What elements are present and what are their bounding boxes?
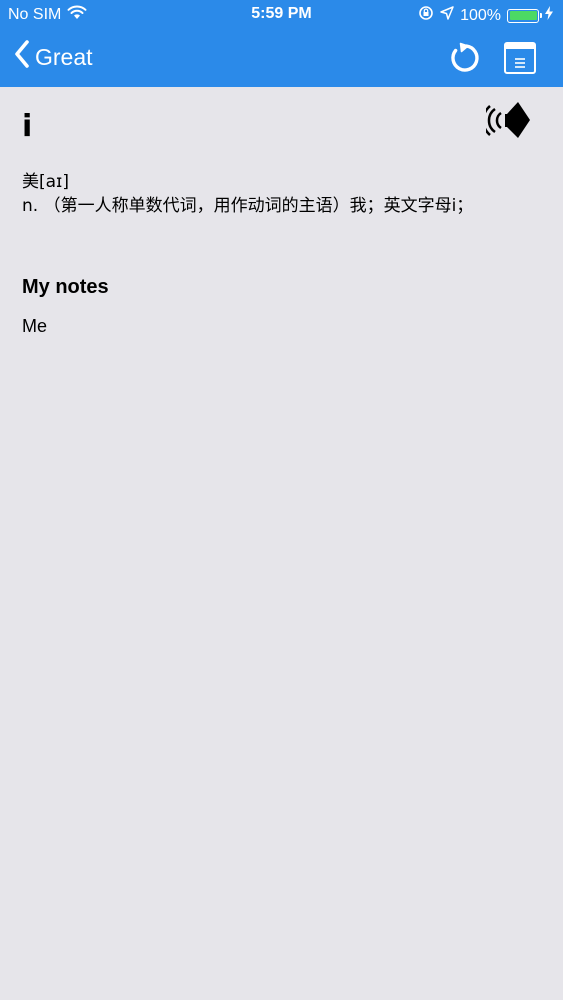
phonetic-text: 美[aɪ]: [22, 172, 69, 192]
status-right: 100%: [418, 5, 553, 26]
book-button[interactable]: [503, 41, 537, 75]
speaker-icon: [482, 102, 530, 138]
chevron-left-icon: [14, 40, 30, 74]
orientation-lock-icon: [418, 5, 434, 26]
battery-cap: [539, 13, 542, 18]
battery-percent: 100%: [460, 6, 501, 24]
charging-icon: [545, 6, 553, 25]
notes-heading: My notes: [22, 276, 109, 298]
navigation-bar: Great: [0, 30, 563, 87]
back-label: Great: [35, 43, 93, 70]
location-icon: [440, 6, 454, 25]
pronounce-button[interactable]: [482, 100, 532, 146]
refresh-button[interactable]: [448, 41, 482, 75]
battery-fill: [509, 11, 537, 20]
book-icon: [504, 42, 536, 74]
notes-text[interactable]: Me: [22, 316, 47, 337]
battery-icon: [507, 8, 542, 23]
definition-text: n. （第一人称单数代词，用作动词的主语）我；英文字母i；: [22, 196, 474, 216]
back-button[interactable]: Great: [14, 40, 93, 74]
refresh-icon: [451, 42, 479, 72]
word-title: i: [22, 109, 33, 144]
top-bar: No SIM 5:59 PM 100% Great: [0, 0, 563, 87]
status-bar: No SIM 5:59 PM 100%: [0, 0, 563, 30]
